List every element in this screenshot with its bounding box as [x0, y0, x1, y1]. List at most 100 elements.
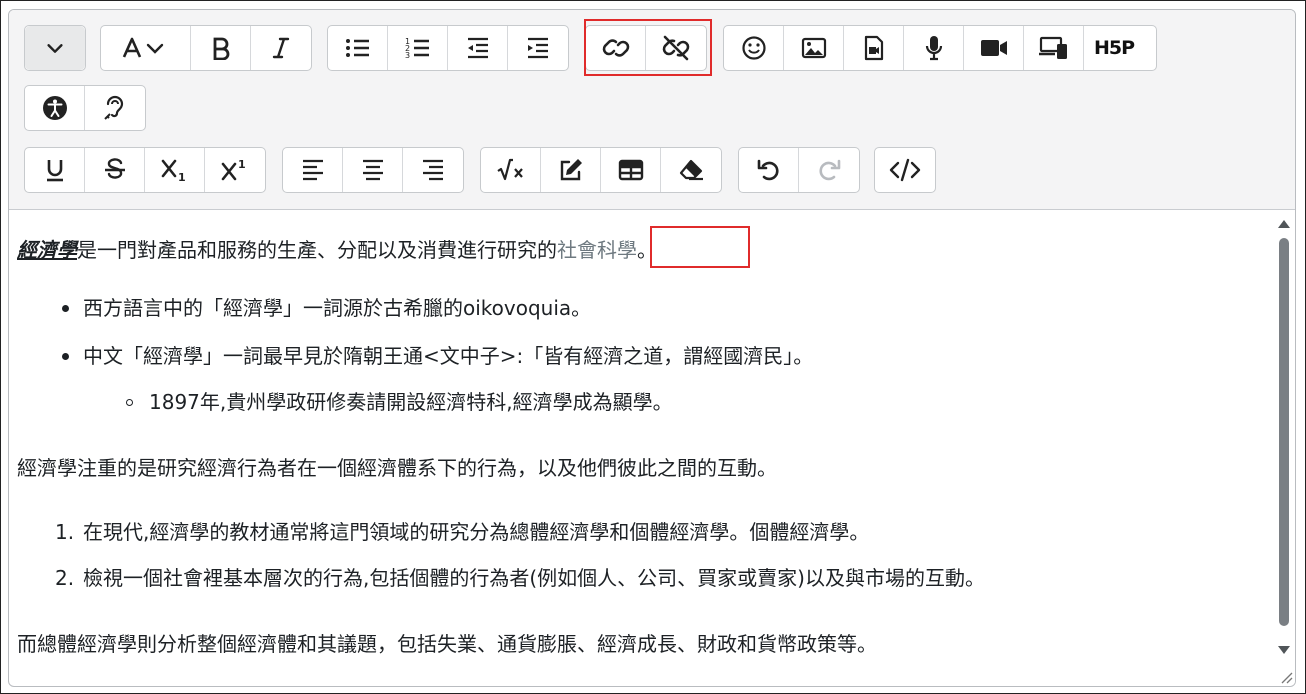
- unlink-icon: [662, 35, 690, 61]
- h5p-button[interactable]: H5P: [1084, 26, 1144, 70]
- toolbar-group-history: [738, 147, 860, 193]
- unordered-list-button[interactable]: [328, 26, 388, 70]
- strikethrough-button[interactable]: [85, 148, 145, 192]
- image-icon: [801, 37, 826, 59]
- align-left-icon: [302, 159, 323, 181]
- microphone-icon: [925, 36, 942, 61]
- clear-formatting-button[interactable]: [661, 148, 721, 192]
- unlink-button[interactable]: [646, 26, 706, 70]
- screen-reader-helper-button[interactable]: [85, 86, 145, 130]
- media-button[interactable]: [844, 26, 904, 70]
- sub-list-item: 1897年,貴州學政研修奏請開設經濟特科,經濟學成為顯學。: [149, 390, 673, 414]
- bulleted-list-icon: [345, 39, 369, 57]
- ordered-item-number: 2.: [55, 566, 75, 590]
- list-item: 西方語言中的「經濟學」一詞源於古希臘的oikovoquia。: [83, 296, 592, 320]
- subscript-icon: 1: [161, 159, 186, 182]
- block-style-dropdown[interactable]: [25, 26, 85, 70]
- toolbar-group-format: [100, 25, 312, 71]
- equation-icon: [496, 158, 523, 181]
- content-scrollbar[interactable]: [1273, 210, 1295, 686]
- scroll-thumb[interactable]: [1279, 238, 1289, 626]
- align-right-button[interactable]: [403, 148, 463, 192]
- table-button[interactable]: [601, 148, 661, 192]
- link-button[interactable]: [586, 26, 646, 70]
- indent-icon: [528, 37, 548, 59]
- record-audio-button[interactable]: [904, 26, 964, 70]
- toolbar-group-accessibility: [24, 85, 146, 131]
- font-format-dropdown[interactable]: [101, 26, 191, 70]
- toolbar-group-source: [874, 147, 936, 193]
- paragraph-1: 經濟學是一門對產品和服務的生產、分配以及消費進行研究的社會科學。: [17, 236, 657, 264]
- toolbar-group-links: [585, 25, 707, 71]
- list-item: 中文「經濟學」一詞最早見於隋朝王通<文中子>:「皆有經濟之道，謂經國濟民」。: [83, 344, 814, 368]
- scroll-up-arrow-icon[interactable]: [1278, 220, 1290, 228]
- rich-text-editor: 123 H5P 1 1 經濟學是一門對產品和服務的生產、分配以及消費進行研究的社…: [8, 9, 1296, 687]
- ordered-list-item: 在現代,經濟學的教材通常將這門領域的研究分為總體經濟學和個體經濟學。個體經濟學。: [83, 520, 870, 544]
- image-button[interactable]: [784, 26, 844, 70]
- numbered-list-icon: 123: [405, 37, 429, 60]
- video-camera-icon: [980, 40, 1007, 56]
- underline-button[interactable]: [25, 148, 85, 192]
- svg-text:1: 1: [178, 171, 186, 182]
- ordered-list-button[interactable]: 123: [388, 26, 448, 70]
- emoji-button[interactable]: [724, 26, 784, 70]
- italic-button[interactable]: [251, 26, 311, 70]
- bullet-marker: [62, 353, 69, 360]
- strikethrough-icon: [104, 158, 125, 179]
- outdent-button[interactable]: [448, 26, 508, 70]
- equation-button[interactable]: [481, 148, 541, 192]
- redo-button[interactable]: [799, 148, 859, 192]
- edit-pencil-icon: [560, 159, 582, 181]
- redo-icon: [819, 159, 841, 181]
- undo-icon: [757, 159, 779, 181]
- toolbar-group-media: H5P: [723, 25, 1157, 71]
- svg-text:3: 3: [405, 51, 410, 60]
- align-left-button[interactable]: [283, 148, 343, 192]
- ordered-list-item: 檢視一個社會裡基本層次的行為,包括個體的行為者(例如個人、公司、買家或賣家)以及…: [83, 566, 985, 590]
- sub-bullet-marker: [126, 399, 133, 406]
- code-icon: [889, 158, 921, 182]
- editor-content-area[interactable]: 經濟學是一門對產品和服務的生產、分配以及消費進行研究的社會科學。 西方語言中的「…: [9, 210, 1273, 686]
- term-title: 經濟學: [17, 238, 77, 262]
- toolbar-group-align: [282, 147, 464, 193]
- scroll-down-arrow-icon[interactable]: [1278, 646, 1290, 654]
- eraser-icon: [679, 159, 703, 181]
- bullet-marker: [62, 305, 69, 312]
- toolbar-group-insert: [480, 147, 722, 193]
- accessibility-checker-button[interactable]: [25, 86, 85, 130]
- ordered-item-number: 1.: [55, 520, 75, 544]
- subscript-button[interactable]: 1: [145, 148, 205, 192]
- superscript-icon: 1: [221, 158, 246, 181]
- align-center-icon: [362, 159, 383, 181]
- bold-button[interactable]: [191, 26, 251, 70]
- align-center-button[interactable]: [343, 148, 403, 192]
- superscript-button[interactable]: 1: [205, 148, 265, 192]
- multimedia-button[interactable]: [1024, 26, 1084, 70]
- toolbar-group-blocks: [24, 25, 86, 71]
- social-science-link[interactable]: 社會科學: [557, 238, 637, 262]
- media-file-icon: [864, 35, 883, 61]
- indent-button[interactable]: [508, 26, 568, 70]
- align-right-icon: [423, 159, 443, 181]
- undo-button[interactable]: [739, 148, 799, 192]
- paragraph-1-text: 是一門對產品和服務的生產、分配以及消費進行研究的: [77, 238, 557, 262]
- underline-icon: [46, 160, 63, 182]
- chevron-down-icon: [47, 44, 63, 53]
- svg-text:1: 1: [238, 158, 246, 171]
- editor-toolbar: 123 H5P 1 1: [9, 10, 1295, 210]
- html-source-button[interactable]: [875, 148, 935, 192]
- paragraph-1-tail: 。: [637, 238, 657, 262]
- bold-icon: [213, 37, 229, 60]
- emoji-icon: [741, 36, 766, 60]
- h5p-icon: H5P: [1093, 37, 1135, 59]
- toolbar-group-text-style: 1 1: [24, 147, 266, 193]
- accessibility-icon: [42, 96, 67, 120]
- link-icon: [602, 39, 629, 57]
- screenshot-frame: 123 H5P 1 1 經濟學是一門對產品和服務的生產、分配以及消費進行研究的社…: [0, 0, 1306, 694]
- paragraph-2: 經濟學注重的是研究經濟行為者在一個經濟體系下的行為，以及他們彼此之間的互動。: [17, 456, 777, 480]
- resize-grip-icon[interactable]: [1279, 670, 1293, 684]
- record-video-button[interactable]: [964, 26, 1024, 70]
- toolbar-group-lists: 123: [327, 25, 569, 71]
- outdent-icon: [467, 37, 488, 59]
- edit-button[interactable]: [541, 148, 601, 192]
